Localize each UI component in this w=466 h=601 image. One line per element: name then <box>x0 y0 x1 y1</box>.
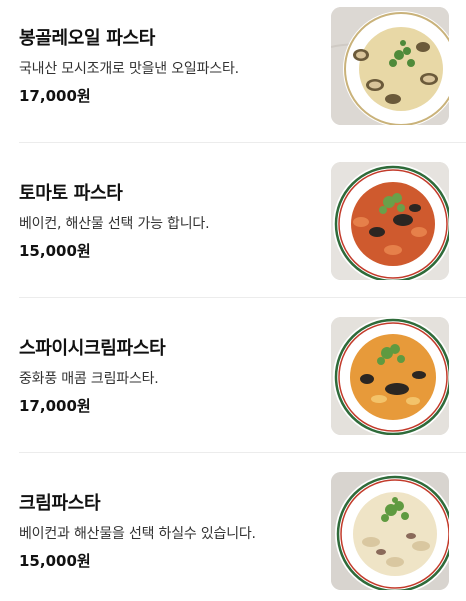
menu-item-description: 국내산 모시조개로 맛을낸 오일파스타. <box>19 61 239 77</box>
divider <box>19 452 466 453</box>
cream-pasta-photo[interactable] <box>331 472 449 590</box>
menu-item-description: 중화풍 매콤 크림파스타. <box>19 371 159 387</box>
menu-item-name: 봉골레오일 파스타 <box>19 28 156 49</box>
menu-item-name: 토마토 파스타 <box>19 183 123 204</box>
menu-item-description: 베이컨과 해산물을 선택 하실수 있습니다. <box>19 526 256 542</box>
menu-item-price: 17,000원 <box>19 397 91 415</box>
menu-item-price: 15,000원 <box>19 552 91 570</box>
menu-item-price: 17,000원 <box>19 87 91 105</box>
menu-list: 봉골레오일 파스타 국내산 모시조개로 맛을낸 오일파스타. 17,000원 토… <box>0 0 466 601</box>
tomato-pasta-photo[interactable] <box>331 162 449 280</box>
menu-item-tomato-pasta[interactable]: 토마토 파스타 베이컨, 해산물 선택 가능 합니다. 15,000원 <box>0 155 466 310</box>
menu-item-spicy-cream-pasta[interactable]: 스파이시크림파스타 중화풍 매콤 크림파스타. 17,000원 <box>0 310 466 465</box>
vongole-pasta-photo[interactable] <box>331 7 449 125</box>
divider <box>19 142 466 143</box>
menu-item-vongole-pasta[interactable]: 봉골레오일 파스타 국내산 모시조개로 맛을낸 오일파스타. 17,000원 <box>0 0 466 155</box>
menu-item-description: 베이컨, 해산물 선택 가능 합니다. <box>19 216 210 232</box>
divider <box>19 297 466 298</box>
menu-item-cream-pasta[interactable]: 크림파스타 베이컨과 해산물을 선택 하실수 있습니다. 15,000원 <box>0 465 466 601</box>
menu-item-name: 스파이시크림파스타 <box>19 338 166 359</box>
menu-item-price: 15,000원 <box>19 242 91 260</box>
menu-item-name: 크림파스타 <box>19 493 101 514</box>
spicy-cream-pasta-photo[interactable] <box>331 317 449 435</box>
